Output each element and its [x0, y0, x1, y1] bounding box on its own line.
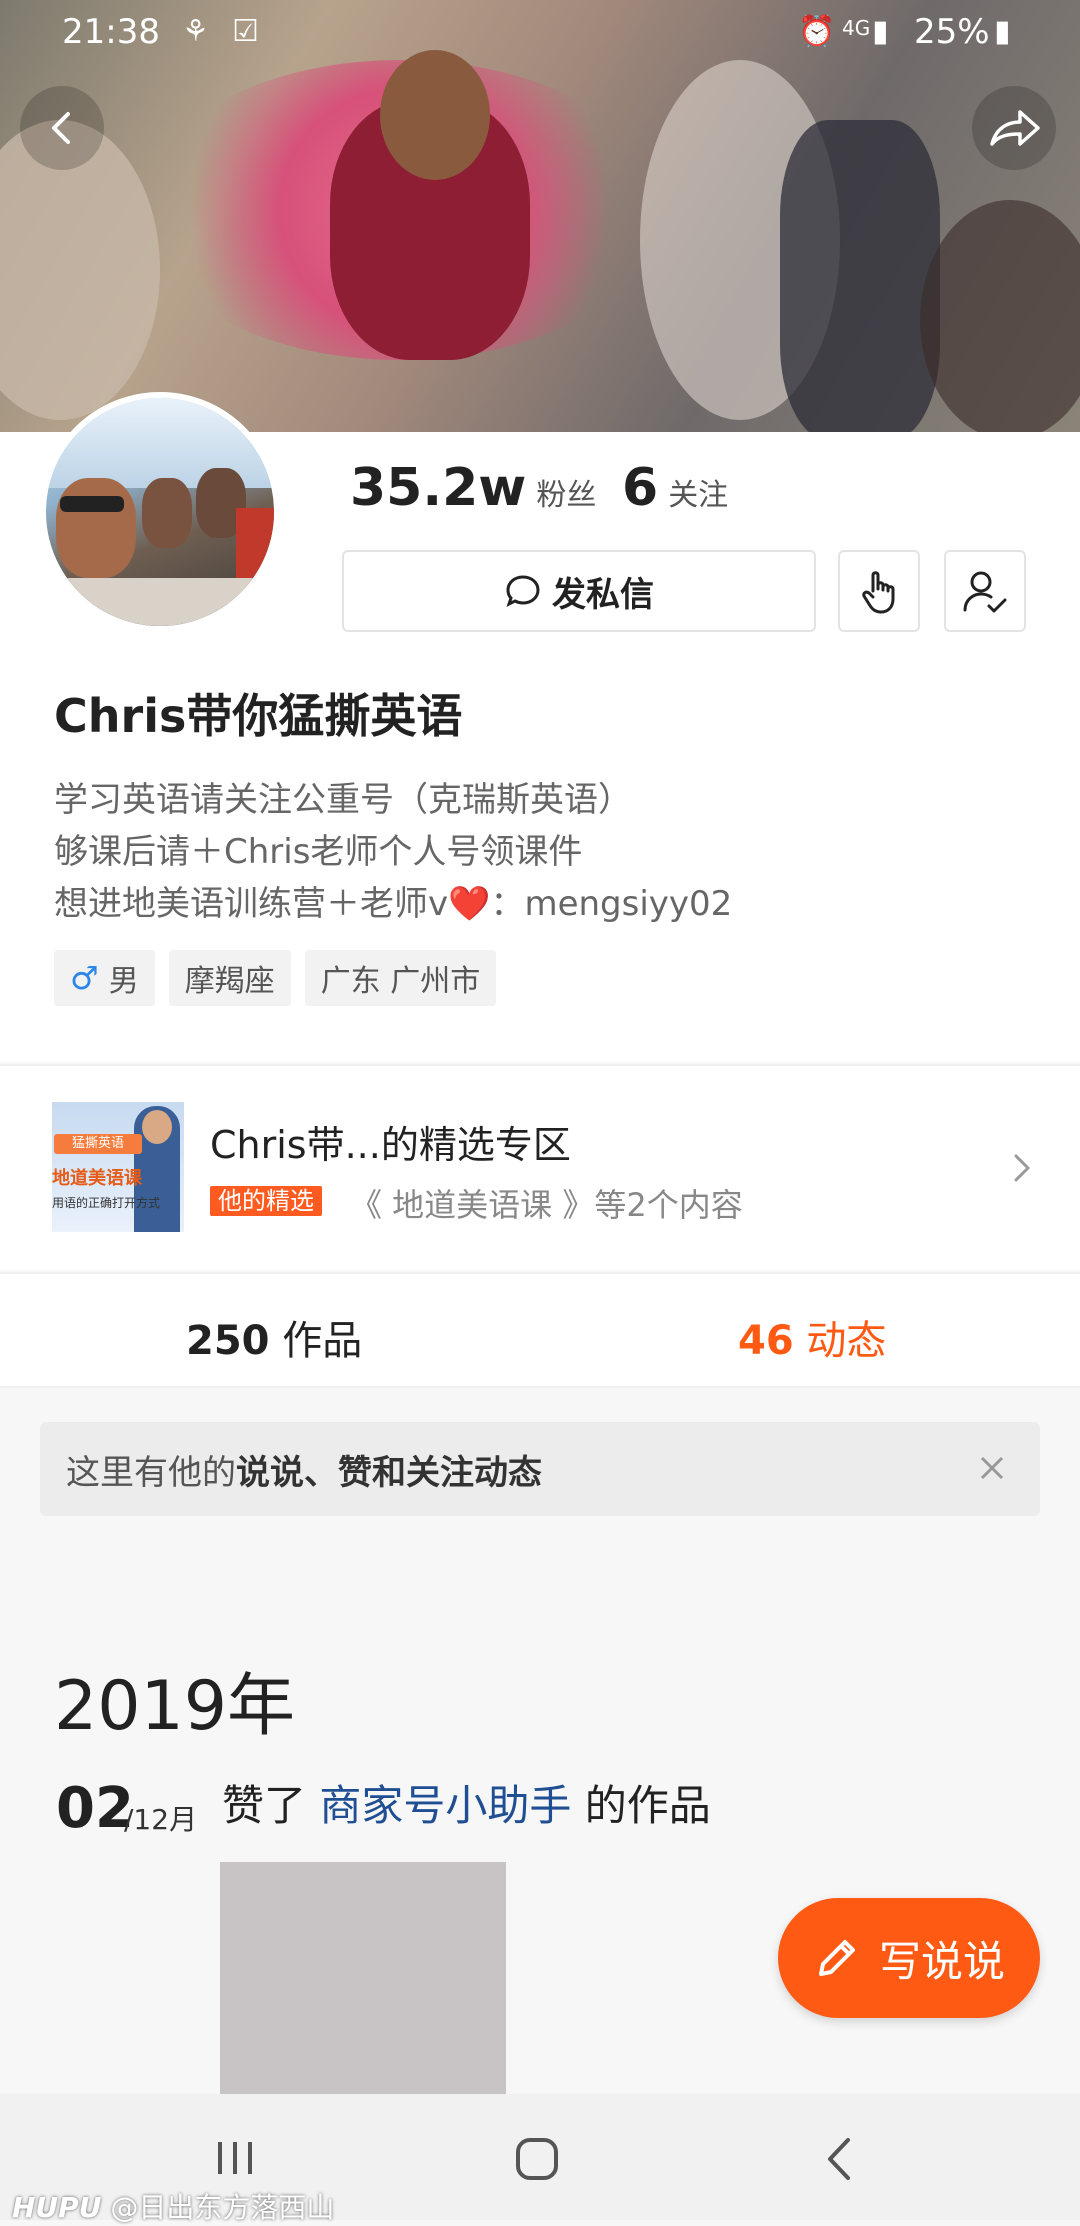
tab-moments[interactable]: 46 动态: [738, 1308, 886, 1366]
watermark: HUPU @日出东方落西山: [12, 2186, 334, 2226]
write-post-label: 写说说: [878, 1936, 1005, 1986]
tab-moments-label: 动态: [806, 1318, 887, 1364]
thumb-caption: 用语的正确打开方式: [52, 1196, 161, 1210]
battery-icon: ▮: [994, 14, 1011, 49]
featured-section[interactable]: 猛撕英语 地道美语课 用语的正确打开方式 Chris带...的精选专区 他的精选…: [0, 1064, 1080, 1270]
following-count: 6: [622, 458, 659, 518]
thumb-tag: 猛撕英语: [54, 1134, 142, 1154]
gender-tag: ♂ 男: [54, 950, 155, 1006]
activity-prefix: 赞了: [222, 1781, 320, 1830]
timeline-month: /12月: [124, 1803, 198, 1836]
thumb-title: 地道美语课: [52, 1168, 142, 1189]
featured-subtitle: 《 地道美语课 》等2个内容: [350, 1186, 743, 1224]
timeline-activity: 赞了 商家号小助手 的作品: [222, 1772, 711, 1833]
tab-works-count: 250: [186, 1318, 270, 1364]
bio-line: 学习英语请关注公重号（克瑞斯英语）: [54, 780, 632, 820]
app-notification-icon: ⚘: [182, 14, 209, 49]
timeline-year: 2019年: [54, 1667, 296, 1746]
home-icon[interactable]: [514, 2136, 560, 2182]
profile-tags: ♂ 男 摩羯座 广东 广州市: [54, 950, 497, 1006]
account-link[interactable]: 商家号小助手: [319, 1781, 571, 1830]
zodiac-tag: 摩羯座: [168, 950, 291, 1006]
featured-thumbnail: 猛撕英语 地道美语课 用语的正确打开方式: [52, 1102, 184, 1232]
watermark-handle: @日出东方落西山: [110, 2191, 335, 2224]
chevron-right-icon: [1014, 1154, 1030, 1182]
bio-line: 够课后请＋Chris老师个人号领课件: [54, 832, 583, 872]
signal-icon: ▮: [872, 14, 889, 49]
battery-percent: 25%: [914, 12, 990, 52]
notice-prefix: 这里有他的: [66, 1452, 236, 1493]
chat-bubble-icon: [506, 575, 540, 607]
profile-bio: 学习英语请关注公重号（克瑞斯英语） 够课后请＋Chris老师个人号领课件 想进地…: [54, 774, 732, 930]
following-label: 关注: [668, 478, 729, 513]
moments-notice: 这里有他的 说说、赞和关注动态: [40, 1422, 1040, 1516]
hand-tap-icon: [862, 571, 895, 614]
notice-bold: 说说、赞和关注动态: [236, 1452, 542, 1493]
share-icon: [990, 110, 1040, 146]
tab-works[interactable]: 250 作品: [186, 1308, 362, 1366]
alarm-icon: ⏰: [798, 14, 836, 49]
featured-title: Chris带...的精选专区: [210, 1123, 571, 1167]
liked-work-thumbnail[interactable]: [220, 1862, 506, 2094]
followers-stat[interactable]: 35.2w 粉丝: [350, 458, 596, 518]
close-icon[interactable]: [968, 1444, 1016, 1492]
avatar[interactable]: [40, 392, 280, 632]
male-icon: ♂: [70, 959, 99, 997]
tab-moments-count: 46: [738, 1318, 794, 1364]
pencil-icon: [818, 1940, 855, 1976]
tab-works-label: 作品: [282, 1318, 363, 1364]
followers-count: 35.2w: [350, 458, 527, 518]
poke-button[interactable]: [838, 550, 920, 632]
write-post-button[interactable]: 写说说: [778, 1898, 1040, 2018]
content-tabs: 250 作品 46 动态: [0, 1272, 1080, 1388]
gender-label: 男: [108, 964, 139, 999]
checkbox-notification-icon: ☑: [232, 14, 259, 49]
back-button[interactable]: [20, 86, 104, 170]
network-type-icon: 4G: [842, 16, 871, 40]
recent-apps-icon[interactable]: [212, 2138, 258, 2178]
status-bar: 21:38 ⚘ ☑ ⏰ 4G ▮ 25% ▮: [0, 0, 1080, 68]
thumb-face: [142, 1110, 172, 1144]
nav-back-icon[interactable]: [824, 2136, 854, 2182]
profile-name: Chris带你猛撕英语: [54, 689, 463, 743]
timeline-day: 02: [56, 1776, 134, 1841]
featured-badge: 他的精选: [210, 1186, 322, 1216]
user-check-icon: [963, 571, 1007, 613]
follow-status-button[interactable]: [944, 550, 1026, 632]
watermark-brand: HUPU: [12, 2191, 102, 2224]
back-icon: [52, 112, 70, 144]
status-time: 21:38: [62, 12, 160, 52]
share-button[interactable]: [972, 86, 1056, 170]
followers-label: 粉丝: [536, 478, 597, 513]
bio-line: 想进地美语训练营＋老师v❤️：mengsiyy02: [54, 884, 733, 924]
following-stat[interactable]: 6 关注: [622, 458, 728, 518]
location-tag: 广东 广州市: [304, 950, 497, 1006]
activity-suffix: 的作品: [571, 1781, 711, 1830]
send-message-label: 发私信: [552, 574, 654, 615]
send-message-button[interactable]: 发私信: [342, 550, 816, 632]
